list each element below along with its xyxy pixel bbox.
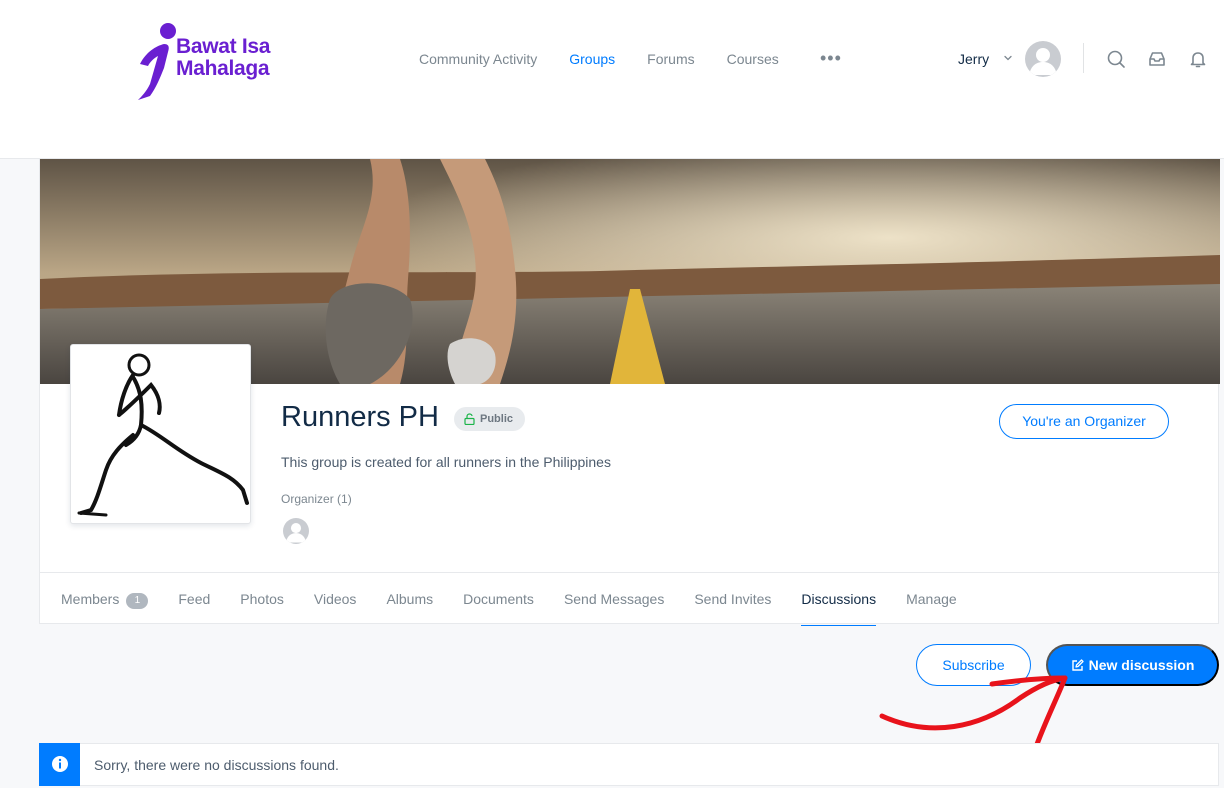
group-title: Runners PH [281,401,439,433]
privacy-badge-label: Public [480,413,514,425]
organizer-label: Organizer (1) [281,492,352,506]
tab-send-messages[interactable]: Send Messages [564,573,664,625]
info-icon [51,756,68,772]
main-nav: Community Activity Groups Forums Courses [419,50,811,68]
avatar-placeholder-icon [285,523,307,543]
nav-groups[interactable]: Groups [569,50,615,68]
bell-icon[interactable] [1188,49,1208,69]
avatar-placeholder-icon [1029,48,1057,75]
tab-feed[interactable]: Feed [178,573,210,625]
tab-photos[interactable]: Photos [240,573,284,625]
logo-figure-icon [138,23,176,100]
tab-videos[interactable]: Videos [314,573,357,625]
header-divider [1083,43,1084,73]
user-avatar[interactable] [1025,41,1061,77]
nav-community-activity[interactable]: Community Activity [419,50,537,68]
tab-members[interactable]: Members 1 [61,573,149,625]
organizer-avatar[interactable] [283,518,309,544]
tab-manage[interactable]: Manage [906,573,957,625]
logo-text: Bawat Isa Mahalaga [176,36,270,80]
nav-forums[interactable]: Forums [647,50,694,68]
site-logo[interactable]: Bawat Isa Mahalaga [134,22,294,102]
chevron-down-icon[interactable] [1002,52,1014,64]
logo-line-1: Bawat Isa [176,35,271,58]
site-header: Bawat Isa Mahalaga Community Activity Gr… [0,0,1224,159]
nav-courses[interactable]: Courses [727,50,779,68]
group-tabs: Members 1 Feed Photos Videos Albums Docum… [40,572,1220,626]
unlock-icon [464,413,475,425]
tab-send-invites[interactable]: Send Invites [694,573,771,625]
tab-discussions[interactable]: Discussions [801,573,876,626]
group-avatar[interactable] [70,344,251,524]
logo-line-2: Mahalaga [176,57,270,80]
privacy-badge: Public [454,407,526,431]
inbox-icon[interactable] [1147,49,1167,69]
notice-text: Sorry, there were no discussions found. [94,756,339,773]
info-icon-box [39,742,80,786]
tab-albums[interactable]: Albums [386,573,433,625]
more-menu-icon[interactable]: ••• [820,49,842,67]
tab-members-label: Members [61,591,120,607]
search-icon[interactable] [1106,49,1126,69]
organizer-role-button[interactable]: You're an Organizer [999,404,1169,439]
members-count-badge: 1 [126,593,149,609]
no-discussions-notice: Sorry, there were no discussions found. [39,742,1219,786]
runner-logo-icon [77,353,249,517]
new-discussion-label: New discussion [1088,657,1195,673]
user-name[interactable]: Jerry [958,51,989,67]
tab-documents[interactable]: Documents [463,573,534,625]
group-card: Runners PH Public This group is created … [39,159,1220,626]
group-description: This group is created for all runners in… [281,454,611,470]
